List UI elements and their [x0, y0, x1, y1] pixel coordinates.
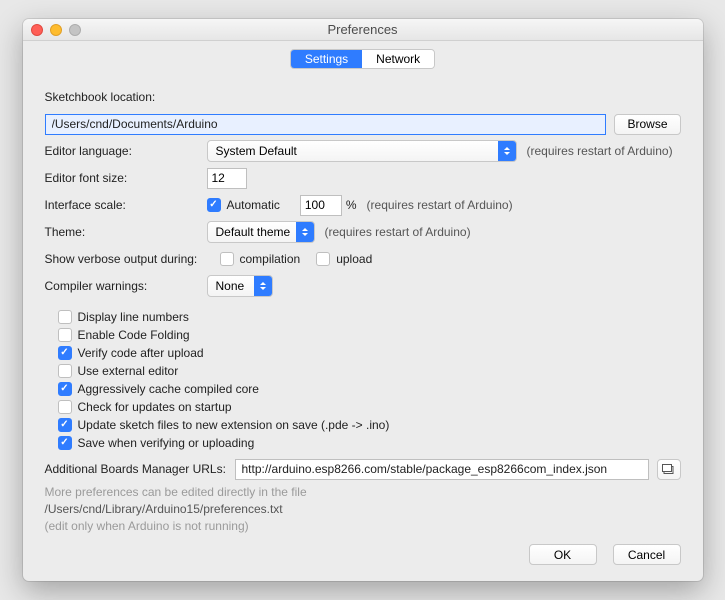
- editor-lang-label: Editor language:: [45, 144, 207, 158]
- browse-button[interactable]: Browse: [614, 114, 680, 135]
- tab-settings[interactable]: Settings: [291, 50, 362, 68]
- hint-path: /Users/cnd/Library/Arduino15/preferences…: [45, 502, 681, 516]
- content-area: Sketchbook location: Browse Editor langu…: [23, 75, 703, 581]
- upload-checkbox[interactable]: [316, 252, 330, 266]
- titlebar: Preferences: [23, 19, 703, 41]
- save-verify-checkbox[interactable]: [58, 436, 72, 450]
- window-icon: [662, 464, 675, 475]
- line-numbers-checkbox[interactable]: [58, 310, 72, 324]
- check-updates-checkbox[interactable]: [58, 400, 72, 414]
- font-size-input[interactable]: [207, 168, 247, 189]
- external-editor-checkbox[interactable]: [58, 364, 72, 378]
- addl-urls-label: Additional Boards Manager URLs:: [45, 462, 235, 476]
- addl-urls-input[interactable]: [235, 459, 649, 480]
- window-title: Preferences: [23, 22, 703, 37]
- automatic-checkbox[interactable]: [207, 198, 221, 212]
- iface-scale-label: Interface scale:: [45, 198, 207, 212]
- hint-edit-only: (edit only when Arduino is not running): [45, 519, 681, 533]
- hint-more: More preferences can be edited directly …: [45, 485, 681, 499]
- restart-note: (requires restart of Arduino): [527, 144, 673, 158]
- theme-select[interactable]: Default theme: [207, 221, 315, 243]
- restart-note-2: (requires restart of Arduino): [367, 198, 513, 212]
- compiler-warn-label: Compiler warnings:: [45, 279, 207, 293]
- tab-bar: Settings Network: [23, 41, 703, 75]
- verify-upload-checkbox[interactable]: [58, 346, 72, 360]
- cancel-button[interactable]: Cancel: [613, 544, 681, 565]
- verbose-label: Show verbose output during:: [45, 252, 220, 266]
- compiler-warn-select[interactable]: None: [207, 275, 273, 297]
- sketchbook-path-input[interactable]: [45, 114, 607, 135]
- font-size-label: Editor font size:: [45, 171, 207, 185]
- restart-note-3: (requires restart of Arduino): [325, 225, 471, 239]
- theme-label: Theme:: [45, 225, 207, 239]
- preferences-window: Preferences Settings Network Sketchbook …: [23, 19, 703, 581]
- expand-urls-button[interactable]: [657, 459, 681, 480]
- scale-pct-input[interactable]: [300, 195, 342, 216]
- tab-network[interactable]: Network: [362, 50, 434, 68]
- sketchbook-label: Sketchbook location:: [45, 90, 156, 104]
- ok-button[interactable]: OK: [529, 544, 597, 565]
- compilation-checkbox[interactable]: [220, 252, 234, 266]
- update-ext-checkbox[interactable]: [58, 418, 72, 432]
- editor-lang-select[interactable]: System Default: [207, 140, 517, 162]
- code-folding-checkbox[interactable]: [58, 328, 72, 342]
- cache-core-checkbox[interactable]: [58, 382, 72, 396]
